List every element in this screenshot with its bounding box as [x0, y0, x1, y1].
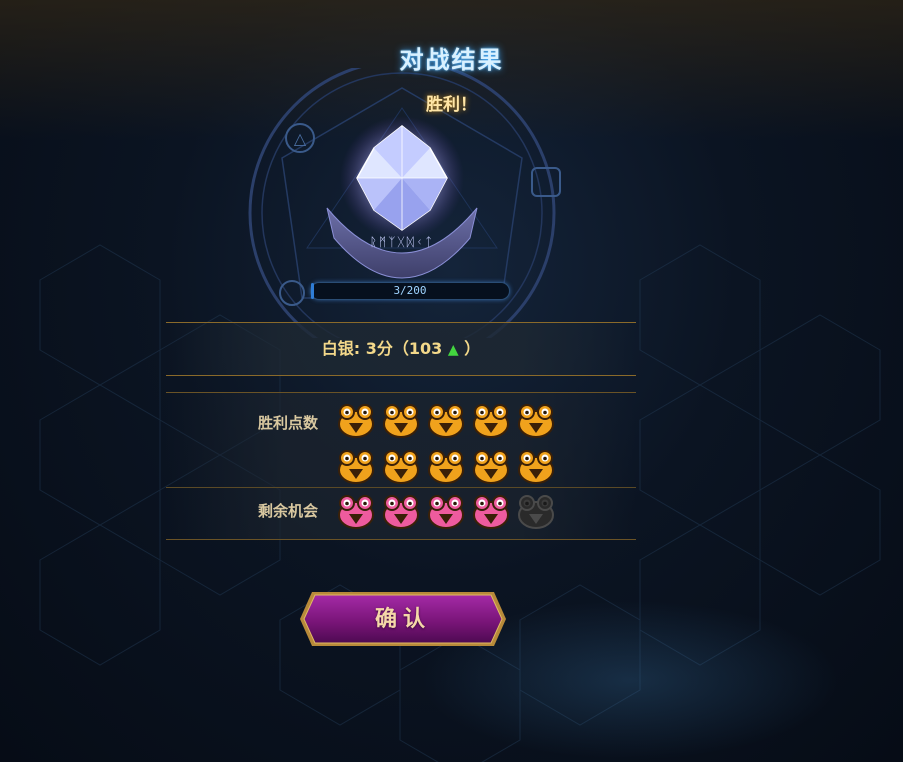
- rank-text: 白银: 3分（103 ▲ ）: [166, 323, 636, 375]
- row-divider: [166, 487, 636, 488]
- svg-text:△: △: [294, 129, 307, 148]
- frog-pink-icon: [426, 494, 466, 530]
- victory-points-label: 胜利点数: [257, 414, 318, 432]
- points-panel: 胜利点数 剩余机会: [166, 392, 636, 540]
- confirm-button-label: 确认: [374, 606, 431, 632]
- frog-orange-icon: [426, 449, 466, 485]
- frog-orange-icon: [471, 449, 511, 485]
- frog-orange-icon: [336, 449, 376, 485]
- up-arrow-icon: ▲: [447, 342, 459, 358]
- rank-suffix: ）: [464, 339, 481, 358]
- frog-orange-icon: [381, 403, 421, 439]
- confirm-button[interactable]: 确认: [298, 590, 508, 648]
- frog-orange-icon: [336, 403, 376, 439]
- dialog-title: 对战结果: [399, 46, 504, 74]
- frog-orange-icon: [426, 403, 466, 439]
- frog-orange-icon: [381, 449, 421, 485]
- rank-progress-bar: 3/200: [310, 282, 510, 300]
- frog-pink-icon: [381, 494, 421, 530]
- frog-dark-icon: [516, 494, 556, 530]
- frog-pink-icon: [471, 494, 511, 530]
- rank-prefix: 白银: 3分（103: [321, 339, 443, 358]
- frog-orange-icon: [516, 449, 556, 485]
- rank-band: 白银: 3分（103 ▲ ）: [166, 322, 636, 376]
- frog-orange-icon: [471, 403, 511, 439]
- progress-text: 3/200: [393, 284, 427, 297]
- frog-orange-icon: [516, 403, 556, 439]
- frog-pink-icon: [336, 494, 376, 530]
- remaining-chances-label: 剩余机会: [257, 502, 318, 520]
- result-text: 胜利！: [426, 95, 477, 115]
